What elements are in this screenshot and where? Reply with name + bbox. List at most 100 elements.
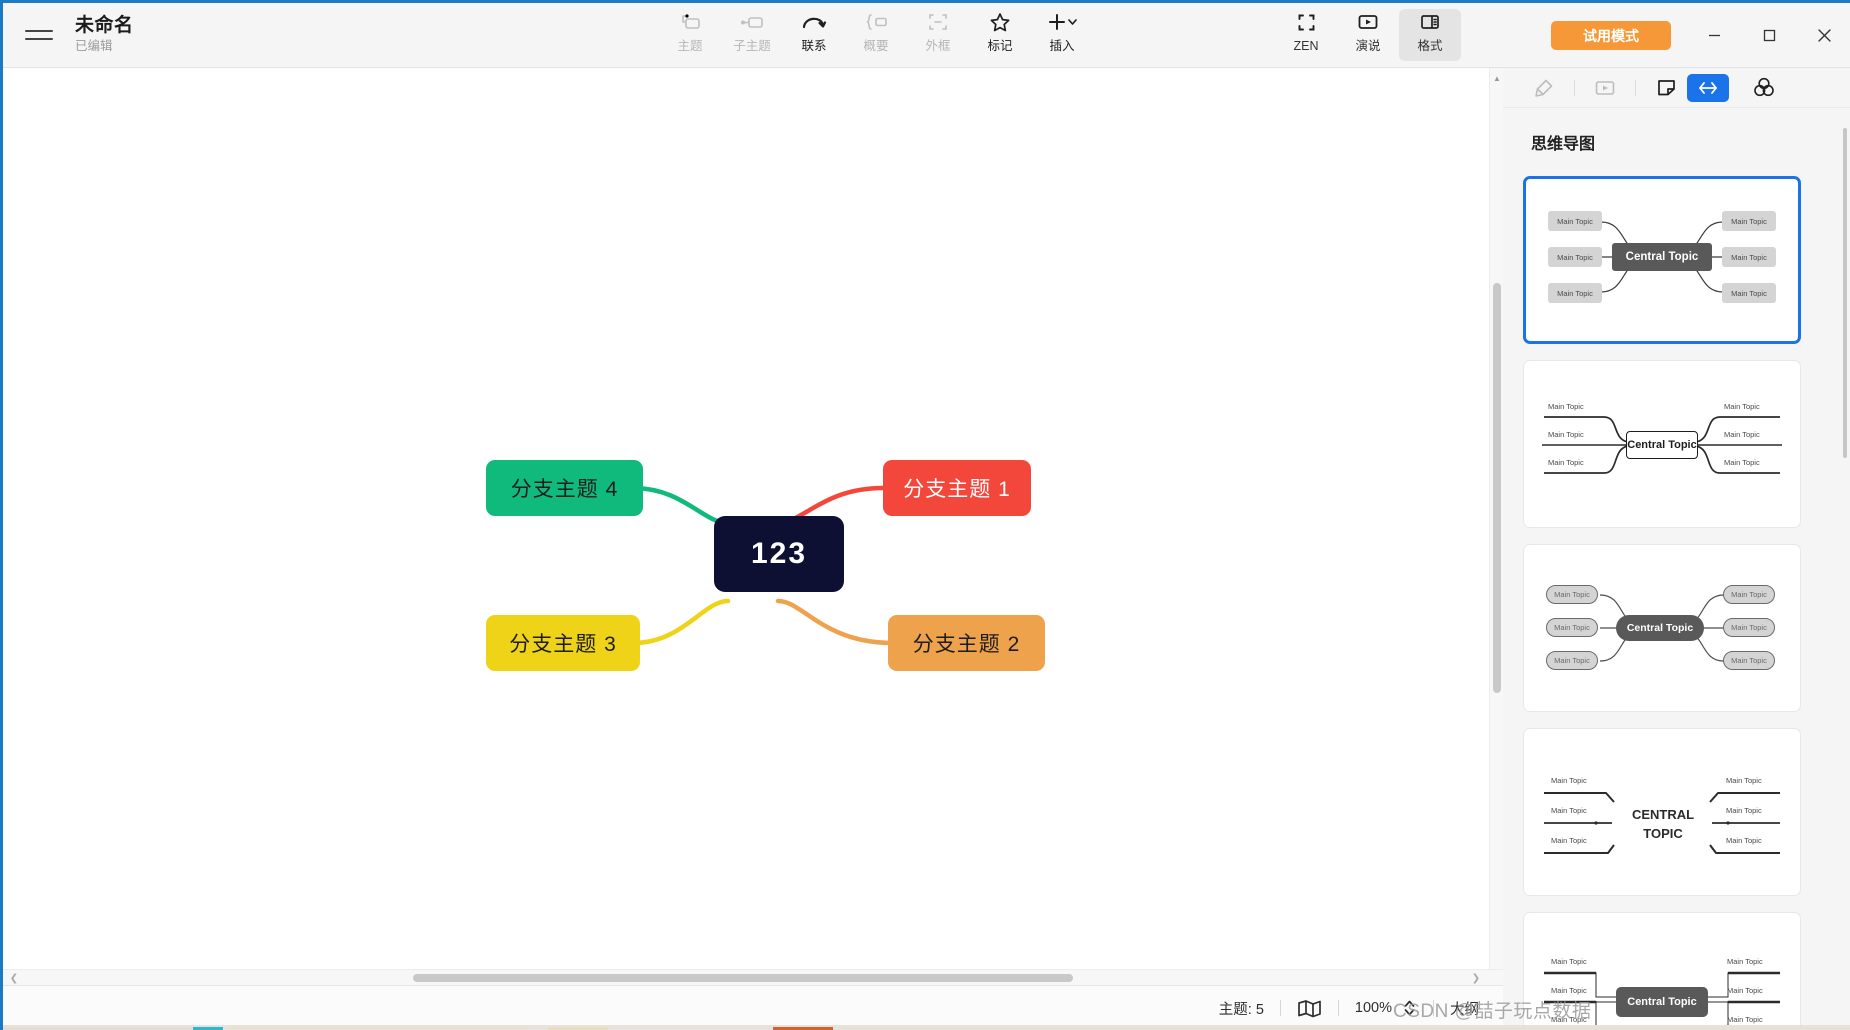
template-2-topic: Main Topic [1723,651,1775,670]
toolbar-topic-label: 主题 [677,39,703,53]
panel-tab-note[interactable] [1645,74,1687,102]
panel-tab-paintbrush[interactable] [1523,74,1565,102]
mindmap-branch-2[interactable]: 分支主题 2 [888,615,1045,671]
toolbar-summary[interactable]: 概要 [845,9,907,61]
template-0-central: Central Topic [1612,243,1712,271]
template-3-topic: Main Topic [1726,806,1762,815]
format-panel-icon [1419,9,1441,35]
mindmap-branch-3-label: 分支主题 3 [509,633,617,656]
mindmap-central-label: 123 [750,537,808,570]
relation-arrow-icon [801,9,827,35]
template-item-2[interactable]: Central Topic Main Topic Main Topic Main… [1523,544,1801,712]
toolbar-boundary[interactable]: 外框 [907,9,969,61]
mindmap-branch-4-label: 分支主题 4 [510,478,619,501]
panel-title: 思维导图 [1531,136,1596,153]
mindmap-central-node[interactable]: 123 [714,516,844,592]
template-4-topic: Main Topic [1551,986,1587,995]
template-2-topic: Main Topic [1723,618,1775,637]
template-0-topic: Main Topic [1722,247,1776,267]
scroll-right-arrow[interactable]: ❯ [1467,970,1485,986]
template-3-topic: Main Topic [1726,836,1762,845]
mindmap-branch-1[interactable]: 分支主题 1 [883,460,1031,516]
vertical-scroll-thumb[interactable] [1493,283,1501,693]
panel-scroll-thumb[interactable] [1843,128,1847,458]
toolbar-zen[interactable]: ZEN [1275,9,1337,61]
canvas-vertical-scrollbar[interactable]: ▲ ▼ [1489,68,1503,983]
template-3-central: CENTRAL TOPIC [1631,807,1695,841]
topic-count: 主题: 5 [1218,1001,1264,1018]
map-icon[interactable] [1297,999,1322,1018]
subtopic-icon [740,9,764,35]
panel-tab-video[interactable] [1584,74,1626,102]
template-4-topic: Main Topic [1727,957,1763,966]
template-1-central: Central Topic [1626,431,1698,459]
template-3-topic: Main Topic [1551,836,1587,845]
stepper-up-down-icon[interactable] [1402,998,1417,1018]
document-title[interactable]: 未命名 [75,15,134,37]
status-divider [1433,1000,1434,1016]
trial-mode-button[interactable]: 试用模式 [1551,21,1671,50]
toolbar-insert[interactable]: 插入 [1031,9,1093,61]
canvas-horizontal-scrollbar[interactable]: ❮ ❯ [3,969,1503,985]
panel-scrollbar[interactable] [1841,108,1850,1030]
panel-tab-colors[interactable] [1743,74,1785,102]
status-divider [1337,1000,1339,1016]
template-item-0[interactable]: Central Topic Main Topic Main Topic Main… [1523,176,1801,344]
mindmap-branch-1-label: 分支主题 1 [903,478,1011,501]
template-0-topic: Main Topic [1722,283,1776,303]
template-item-4[interactable]: Central Topic Main Topic Main Topic Main… [1523,912,1801,1030]
toolbar-topic[interactable]: 主题 [659,9,721,61]
horizontal-scroll-thumb[interactable] [413,974,1073,982]
presentation-play-icon [1357,9,1379,35]
minimize-button[interactable] [1693,15,1735,55]
panel-tab-strip [1503,68,1850,108]
panel-tab-mindmap-style[interactable] [1687,73,1729,102]
template-3-topic: Main Topic [1551,776,1587,785]
toolbar-insert-label: 插入 [1049,39,1075,53]
scroll-left-arrow[interactable]: ❮ [5,970,23,986]
template-2-topic: Main Topic [1546,651,1598,670]
toolbar-format[interactable]: 格式 [1399,9,1461,61]
boundary-icon [927,9,949,35]
toolbar-format-label: 格式 [1417,39,1443,53]
summary-icon [864,9,888,35]
template-3-topic: Main Topic [1551,806,1587,815]
template-1-topic: Main Topic [1724,430,1760,439]
template-4-topic: Main Topic [1727,1015,1763,1024]
hamburger-menu-icon[interactable] [25,24,53,46]
template-3-topic: Main Topic [1726,776,1762,785]
template-1-topic: Main Topic [1548,430,1584,439]
document-title-block: 未命名 已编辑 [75,15,134,55]
template-list[interactable]: Central Topic Main Topic Main Topic Main… [1503,176,1850,1030]
template-2-topic: Main Topic [1546,585,1598,604]
document-status: 已编辑 [75,39,113,53]
scroll-up-arrow[interactable]: ▲ [1490,70,1504,86]
template-0-topic: Main Topic [1722,211,1776,231]
panel-tab-divider [1635,79,1636,96]
star-icon [989,9,1011,35]
template-0-topic: Main Topic [1548,247,1602,267]
maximize-button[interactable] [1748,15,1790,55]
toolbar-subtopic[interactable]: 子主题 [721,9,783,61]
toolbar-presentation[interactable]: 演说 [1337,9,1399,61]
outline-button[interactable]: 大纲 [1450,998,1479,1019]
close-button[interactable] [1803,15,1845,55]
toolbar-subtopic-label: 子主题 [733,39,771,53]
toolbar-presentation-label: 演说 [1355,39,1381,53]
template-4-topic: Main Topic [1551,957,1587,966]
toolbar-relation[interactable]: 联系 [783,9,845,61]
template-2-central: Central Topic [1616,615,1704,641]
mindmap-canvas[interactable]: 123 分支主题 1 分支主题 2 分支主题 3 分支主题 4 [3,68,1503,983]
template-2-topic: Main Topic [1546,618,1598,637]
zoom-level[interactable]: 100% [1355,1000,1392,1016]
zen-fullscreen-icon [1296,9,1317,35]
toolbar-zen-label: ZEN [1293,39,1319,53]
toolbar-marker[interactable]: 标记 [969,9,1031,61]
template-0-topic: Main Topic [1548,283,1602,303]
mindmap-branch-3[interactable]: 分支主题 3 [486,615,640,671]
title-bar: 未命名 已编辑 主题 子主题 联系 概要 外框 标记 插入 ZEN 演说 格式 … [3,3,1850,68]
template-item-3[interactable]: CENTRAL TOPIC Main Topic Main Topic Main… [1523,728,1801,896]
toolbar-summary-label: 概要 [863,39,889,53]
template-item-1[interactable]: Central Topic Main Topic Main Topic Main… [1523,360,1801,528]
mindmap-branch-4[interactable]: 分支主题 4 [486,460,643,516]
